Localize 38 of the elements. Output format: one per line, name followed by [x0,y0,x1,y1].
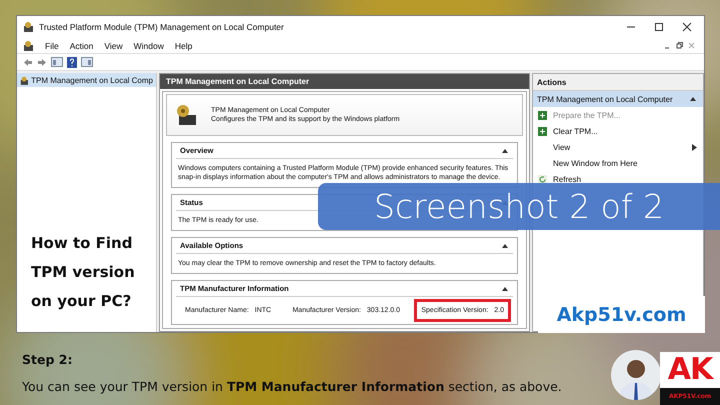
window-title: Trusted Platform Module (TPM) Management on Local Computer [39,22,284,32]
logo-text: AK [668,352,712,388]
task-entry[interactable]: New Window from Here [533,155,703,171]
step-heading: Step 2: [22,352,74,367]
back-arrow-icon[interactable] [23,58,33,66]
caption-toast: Screenshot 2 of 2 [318,183,720,230]
menu-item[interactable]: File [45,40,59,50]
maximize-icon[interactable] [654,22,664,32]
menu-item[interactable]: Help [174,40,192,50]
collapse-icon[interactable] [501,148,509,154]
action-group-header[interactable]: TPM Management on Local Computer [533,91,703,107]
forward-arrow-icon[interactable] [37,58,47,66]
actions-header: Actions [533,74,703,91]
step-text: You can see your TPM version in TPM Manufacturer Information section, as above. [22,379,563,394]
key-chip-icon [23,21,34,33]
key-chip-icon [20,75,28,85]
collapse-icon[interactable] [501,286,509,292]
task-entry[interactable]: View [533,139,703,155]
tree-item[interactable]: TPM Management on Local Comp [17,73,156,87]
refresh-icon [538,174,547,184]
task-entry[interactable]: Clear TPM... [533,123,703,139]
menu-item[interactable]: Action [70,40,94,50]
submenu-arrow-icon [692,144,697,150]
pane-icon[interactable] [51,57,63,67]
plus-icon [538,110,547,120]
restore-icon[interactable] [675,41,684,50]
site-name: Akp51v.com [538,296,705,333]
pane-header: TPM Management on Local Computer [160,74,529,89]
plus-icon [538,126,547,136]
help-icon[interactable] [67,56,77,68]
close-icon[interactable] [682,22,692,32]
collapse-icon[interactable] [689,96,697,102]
menu-item[interactable]: View [104,40,123,50]
pane-icon[interactable] [81,57,93,67]
menu-item[interactable]: Window [134,40,164,50]
collapse-icon[interactable] [501,242,509,248]
key-chip-icon [175,103,197,127]
key-chip-icon [23,40,34,52]
